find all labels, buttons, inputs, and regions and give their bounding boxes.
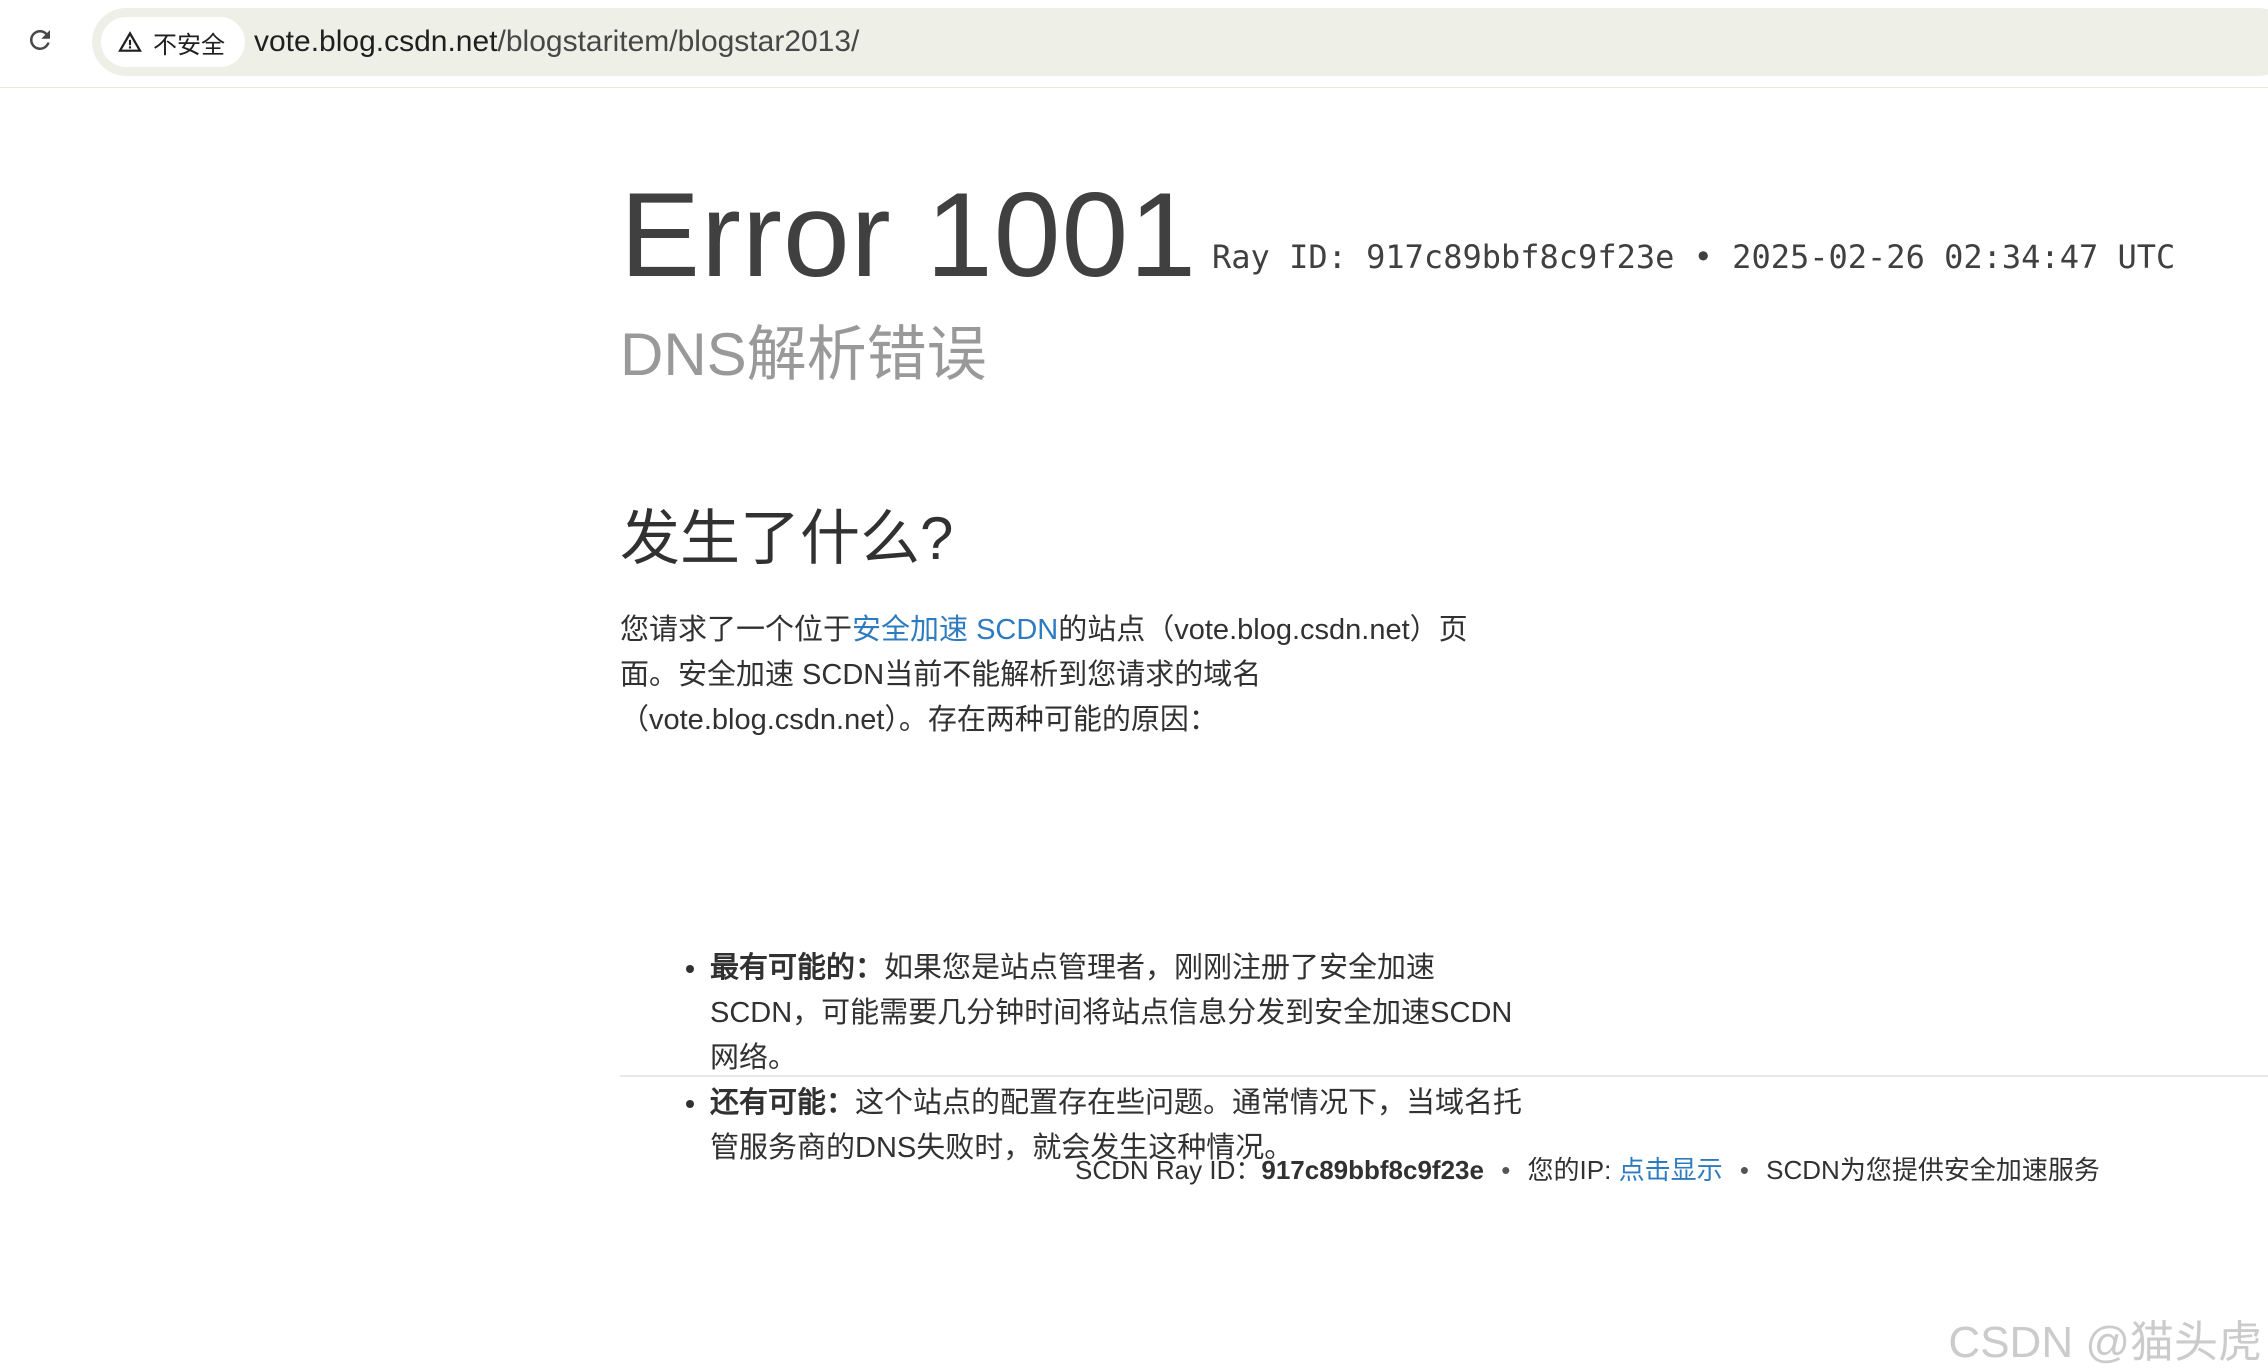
reason-label: 最有可能的： xyxy=(710,952,885,984)
footer: SCDN Ray ID：917c89bbf8c9f23e • 您的IP: 点击显… xyxy=(1075,1150,2100,1187)
description-prefix: 您请求了一个位于 xyxy=(620,614,853,646)
footer-ip-label: 您的IP: xyxy=(1527,1155,1619,1185)
reason-label: 还有可能： xyxy=(710,1087,856,1119)
security-label: 不安全 xyxy=(153,31,225,59)
browser-toolbar: 不安全 vote.blog.csdn.net/blogstaritem/blog… xyxy=(0,0,2268,88)
url-text[interactable]: vote.blog.csdn.net/blogstaritem/blogstar… xyxy=(254,8,859,76)
footer-separator: • xyxy=(1501,1155,1511,1185)
footer-service-text: SCDN为您提供安全加速服务 xyxy=(1766,1155,2100,1185)
warning-icon xyxy=(118,31,142,52)
divider xyxy=(620,1075,2268,1077)
footer-separator: • xyxy=(1739,1155,1749,1185)
show-ip-link[interactable]: 点击显示 xyxy=(1619,1155,1723,1185)
error-page: Error 1001 Ray ID: 917c89bbf8c9f23e • 20… xyxy=(620,160,2268,1185)
reload-button[interactable] xyxy=(22,22,58,58)
url-path: /blogstaritem/blogstar2013/ xyxy=(497,25,860,58)
footer-ray-label: SCDN Ray ID： xyxy=(1075,1155,1262,1185)
reasons-list: 最有可能的：如果您是站点管理者，刚刚注册了安全加速SCDN，可能需要几分钟时间将… xyxy=(620,946,1540,1171)
what-happened-description: 您请求了一个位于安全加速 SCDN的站点（vote.blog.csdn.net）… xyxy=(620,608,1520,743)
url-host: vote.blog.csdn.net xyxy=(254,25,498,58)
watermark: CSDN @猫头虎 xyxy=(1948,1318,2262,1367)
footer-ray-value: 917c89bbf8c9f23e xyxy=(1261,1155,1484,1185)
address-bar[interactable]: 不安全 vote.blog.csdn.net/blogstaritem/blog… xyxy=(92,8,2268,76)
reload-icon xyxy=(30,29,50,50)
security-indicator[interactable]: 不安全 xyxy=(101,17,245,67)
error-subtitle: DNS解析错误 xyxy=(620,321,987,388)
error-title: Error 1001 xyxy=(620,168,1197,302)
scdn-link[interactable]: 安全加速 SCDN xyxy=(852,614,1058,646)
list-item: 最有可能的：如果您是站点管理者，刚刚注册了安全加速SCDN，可能需要几分钟时间将… xyxy=(686,946,1540,1081)
ray-id-header: Ray ID: 917c89bbf8c9f23e • 2025-02-26 02… xyxy=(1212,238,2176,276)
what-happened-title: 发生了什么? xyxy=(620,505,954,572)
error-header: Error 1001 Ray ID: 917c89bbf8c9f23e • 20… xyxy=(620,160,2268,400)
